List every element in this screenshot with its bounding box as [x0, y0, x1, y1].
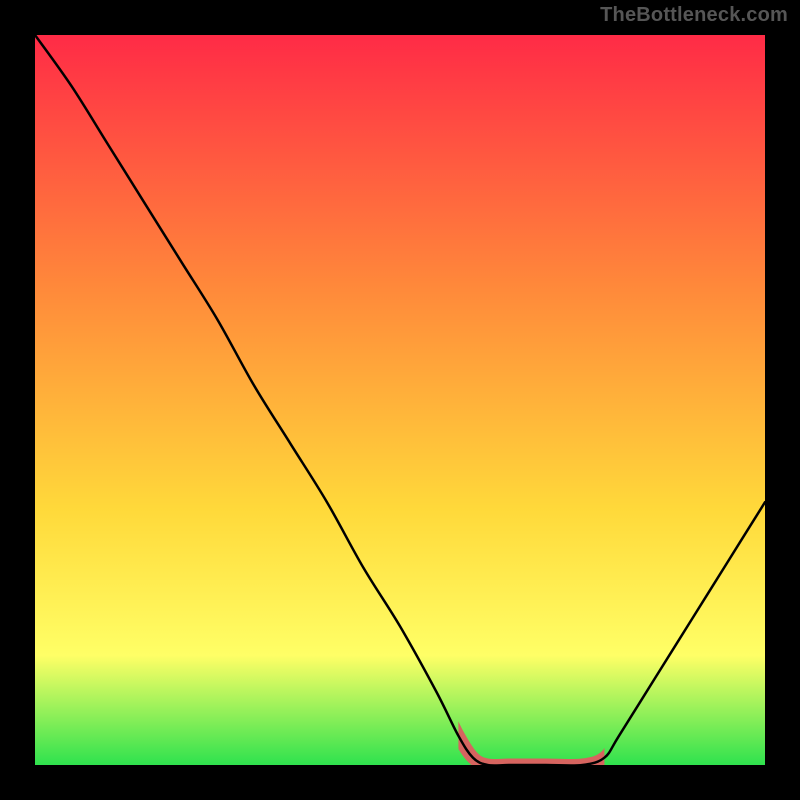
- attribution-text: TheBottleneck.com: [600, 4, 788, 27]
- chart-container: TheBottleneck.com: [0, 0, 800, 800]
- gradient-background: [35, 35, 765, 765]
- bottleneck-chart: [35, 35, 765, 765]
- plot-area: [35, 35, 765, 765]
